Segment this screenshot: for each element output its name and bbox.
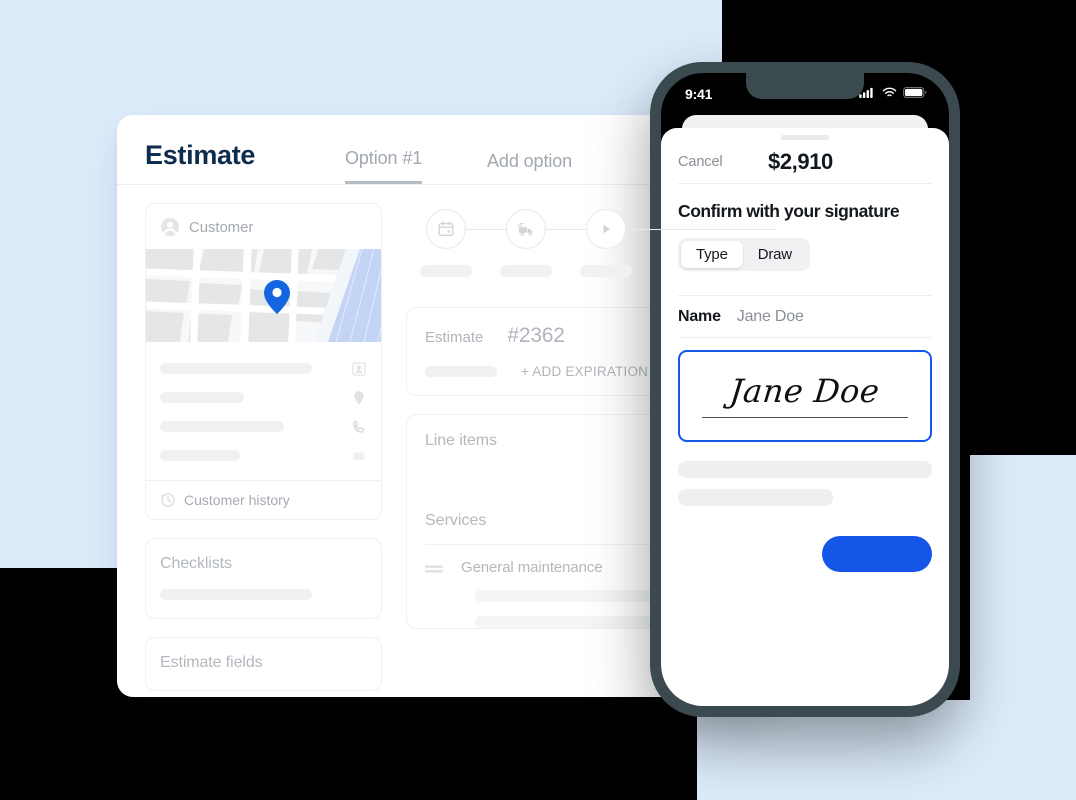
estimate-label: Estimate: [425, 329, 484, 346]
signature-bottom-sheet: Cancel $2,910 Confirm with your signatur…: [661, 128, 949, 706]
service-name: General maintenance: [461, 559, 603, 576]
signature-rendered-text: Jane Doe: [728, 372, 882, 410]
tab-add-option[interactable]: Add option: [487, 151, 572, 184]
message-icon: [351, 448, 367, 464]
estimate-number: #2362: [507, 324, 565, 347]
calendar-icon: [426, 209, 466, 249]
customer-panel: Customer Customer history: [145, 203, 382, 520]
customer-detail-row: [146, 354, 381, 383]
customer-detail-row: [146, 412, 381, 441]
customer-map[interactable]: [146, 249, 381, 342]
amount-total: $2,910: [768, 148, 833, 174]
customer-avatar-icon: [160, 217, 180, 237]
checklists-title: Checklists: [160, 555, 232, 572]
segment-option-draw[interactable]: Draw: [743, 241, 807, 268]
checklists-skeleton: [160, 589, 312, 600]
estimate-fields-title: Estimate fields: [160, 654, 263, 671]
customer-detail-row: [146, 383, 381, 412]
customer-history-label: Customer history: [184, 492, 290, 508]
wifi-icon: [882, 85, 897, 103]
name-field-value: Jane Doe: [736, 308, 804, 325]
status-time: 9:41: [685, 86, 713, 102]
customer-detail-row: [146, 441, 381, 470]
estimate-fields-panel[interactable]: Estimate fields: [145, 637, 382, 691]
phone-notch: [746, 73, 864, 99]
location-pin-icon: [351, 390, 367, 406]
customer-panel-label: Customer: [189, 218, 254, 236]
screenshot-stage: Estimate Option #1 Add option Customer C…: [0, 0, 1076, 800]
signature-baseline: [702, 417, 908, 418]
customer-history-button[interactable]: Customer history: [146, 480, 381, 519]
left-column: Customer Customer history Checklists Est…: [117, 203, 382, 697]
drag-handle-icon[interactable]: [425, 562, 443, 574]
name-field-label: Name: [678, 308, 721, 325]
customer-panel-header: Customer: [146, 204, 381, 249]
phone-screen: 9:41 Cancel $2,910 Confirm with your sig…: [661, 73, 949, 706]
battery-icon: [903, 85, 927, 103]
workflow-step-label-skeleton: [580, 265, 632, 277]
tab-option-1[interactable]: Option #1: [345, 148, 422, 184]
segment-option-type[interactable]: Type: [681, 241, 743, 268]
signature-mode-segmented-control: Type Draw: [678, 238, 810, 271]
customer-detail-list: [146, 342, 381, 480]
name-field-row[interactable]: Name Jane Doe: [678, 295, 932, 338]
history-clock-icon: [160, 492, 176, 508]
sheet-skeleton-line: [678, 461, 932, 478]
page-title: Estimate: [145, 140, 256, 170]
sheet-header: Cancel $2,910: [678, 140, 932, 184]
phone-mockup: 9:41 Cancel $2,910 Confirm with your sig…: [650, 62, 960, 717]
estimate-date-skeleton: [425, 366, 497, 377]
status-icons: [859, 85, 927, 103]
sheet-heading: Confirm with your signature: [678, 201, 900, 221]
play-icon: [586, 209, 626, 249]
signature-input-box[interactable]: Jane Doe: [678, 350, 932, 442]
workflow-step-dispatch[interactable]: [486, 209, 566, 277]
workflow-step-start[interactable]: [566, 209, 646, 277]
contact-card-icon: [351, 361, 367, 377]
map-pin-icon: [264, 280, 290, 314]
truck-icon: [506, 209, 546, 249]
workflow-step-label-skeleton: [420, 265, 472, 277]
sheet-skeleton-line: [678, 489, 833, 506]
workflow-step-schedule[interactable]: [406, 209, 486, 277]
workflow-step-label-skeleton: [500, 265, 552, 277]
submit-button[interactable]: [822, 536, 932, 572]
checklists-panel[interactable]: Checklists: [145, 538, 382, 619]
phone-icon: [351, 419, 367, 435]
cancel-button[interactable]: Cancel: [678, 154, 723, 170]
